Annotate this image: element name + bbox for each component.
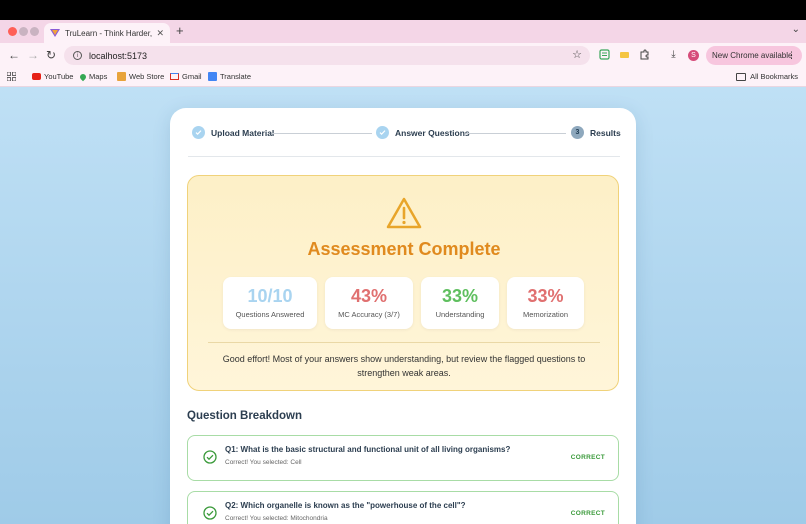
page-viewport: Upload Material Answer Questions 3 Resul… — [0, 87, 806, 524]
assessment-separator — [208, 342, 600, 343]
step-answer-questions: Answer Questions — [376, 126, 470, 139]
window-zoom-button[interactable] — [30, 27, 39, 36]
progress-stepper: Upload Material Answer Questions 3 Resul… — [190, 124, 621, 144]
gmail-icon — [170, 73, 179, 80]
more-menu-icon[interactable]: ⋮ — [787, 50, 796, 61]
extensions-puzzle-icon[interactable] — [639, 49, 650, 60]
stat-label: MC Accuracy (3/7) — [338, 310, 400, 319]
stat-memorization: 33% Memorization — [507, 277, 584, 329]
stats-row: 10/10 Questions Answered 43% MC Accuracy… — [223, 277, 585, 329]
browser-tab-active[interactable]: TruLearn - Think Harder, Lea ✕ — [44, 23, 170, 43]
question-text: Q1: What is the basic structural and fun… — [225, 445, 511, 454]
bookmark-youtube[interactable]: YouTube — [32, 72, 73, 81]
tab-close-icon[interactable]: ✕ — [156, 28, 164, 39]
correct-check-circle-icon — [203, 450, 217, 464]
question-status-badge: CORRECT — [570, 454, 605, 461]
breakdown-title: Question Breakdown — [187, 410, 303, 422]
stat-value: 43% — [350, 286, 388, 306]
step-upload-material: Upload Material — [192, 126, 274, 139]
bookmark-gmail[interactable]: Gmail — [170, 72, 202, 81]
web-store-icon — [117, 72, 126, 81]
translate-icon — [208, 72, 217, 81]
bookmark-translate[interactable]: Translate — [208, 72, 251, 81]
chrome-update-button[interactable]: New Chrome available ⋮ — [706, 46, 802, 65]
results-card: Upload Material Answer Questions 3 Resul… — [170, 108, 636, 524]
all-bookmarks-button[interactable]: All Bookmarks — [736, 72, 798, 81]
question-card[interactable]: Q2: Which organelle is known as the "pow… — [187, 491, 619, 524]
bookmark-star-icon[interactable]: ☆ — [572, 48, 582, 61]
chrome-update-label: New Chrome available — [712, 51, 793, 60]
step-done-check-icon — [376, 126, 389, 139]
assessment-summary-panel: Assessment Complete 10/10 Questions Answ… — [187, 175, 619, 391]
trulearn-favicon-icon — [50, 29, 60, 37]
download-icon[interactable]: ⤓ — [668, 49, 679, 60]
question-status-badge: CORRECT — [570, 510, 605, 517]
profile-avatar[interactable]: S — [688, 50, 699, 61]
apps-grid-icon[interactable] — [7, 72, 16, 81]
new-tab-icon[interactable]: + — [176, 23, 184, 38]
step-number-badge: 3 — [571, 126, 584, 139]
youtube-icon — [32, 73, 41, 80]
maps-pin-icon — [78, 72, 88, 81]
tab-search-chevron-icon[interactable]: ⌄ — [792, 24, 800, 35]
extension-folder-icon[interactable] — [619, 49, 630, 60]
bookmark-maps[interactable]: Maps — [78, 72, 107, 81]
question-text: Q2: Which organelle is known as the "pow… — [225, 501, 466, 510]
step-connector — [272, 133, 372, 134]
stat-value: 10/10 — [247, 286, 293, 306]
back-arrow-icon[interactable]: ← — [8, 48, 20, 62]
address-bar[interactable]: i localhost:5173 ☆ — [64, 46, 590, 65]
step-done-check-icon — [192, 126, 205, 139]
extension-notes-icon[interactable] — [599, 49, 610, 60]
stat-label: Understanding — [435, 310, 485, 319]
stat-value: 33% — [527, 286, 564, 306]
stat-understanding: 33% Understanding — [421, 277, 499, 329]
window-close-button[interactable] — [8, 27, 17, 36]
reload-icon[interactable]: ↻ — [46, 48, 56, 62]
stat-label: Questions Answered — [235, 310, 305, 319]
stat-mc-accuracy: 43% MC Accuracy (3/7) — [325, 277, 413, 329]
forward-arrow-icon[interactable]: → — [27, 48, 39, 62]
bookmark-web-store[interactable]: Web Store — [117, 72, 164, 81]
tab-strip: TruLearn - Think Harder, Lea ✕ + ⌄ — [0, 20, 806, 43]
warning-triangle-icon — [386, 197, 422, 229]
folder-icon — [736, 72, 747, 81]
question-answer: Correct! You selected: Mitochondria — [225, 515, 328, 522]
stat-label: Memorization — [522, 310, 568, 319]
browser-toolbar: ← → ↻ i localhost:5173 ☆ ⤓ S New Chrome … — [0, 43, 806, 68]
stepper-divider — [188, 156, 620, 157]
stat-value: 33% — [441, 286, 479, 306]
address-url: localhost:5173 — [89, 50, 148, 61]
window-minimize-button[interactable] — [19, 27, 28, 36]
step-connector — [466, 133, 566, 134]
step-results: 3 Results — [571, 126, 621, 139]
assessment-title: Assessment Complete — [307, 239, 501, 259]
correct-check-circle-icon — [203, 506, 217, 520]
stat-questions-answered: 10/10 Questions Answered — [223, 277, 317, 329]
question-answer: Correct! You selected: Cell — [225, 459, 302, 466]
tab-title: TruLearn - Think Harder, Lea — [65, 28, 153, 38]
bookmarks-bar: YouTube Maps Web Store Gmail Translate A… — [0, 68, 806, 87]
question-card[interactable]: Q1: What is the basic structural and fun… — [187, 435, 619, 481]
screen-top-bar — [0, 0, 806, 20]
site-info-icon[interactable]: i — [73, 51, 82, 60]
assessment-message: Good effort! Most of your answers show u… — [222, 354, 586, 378]
